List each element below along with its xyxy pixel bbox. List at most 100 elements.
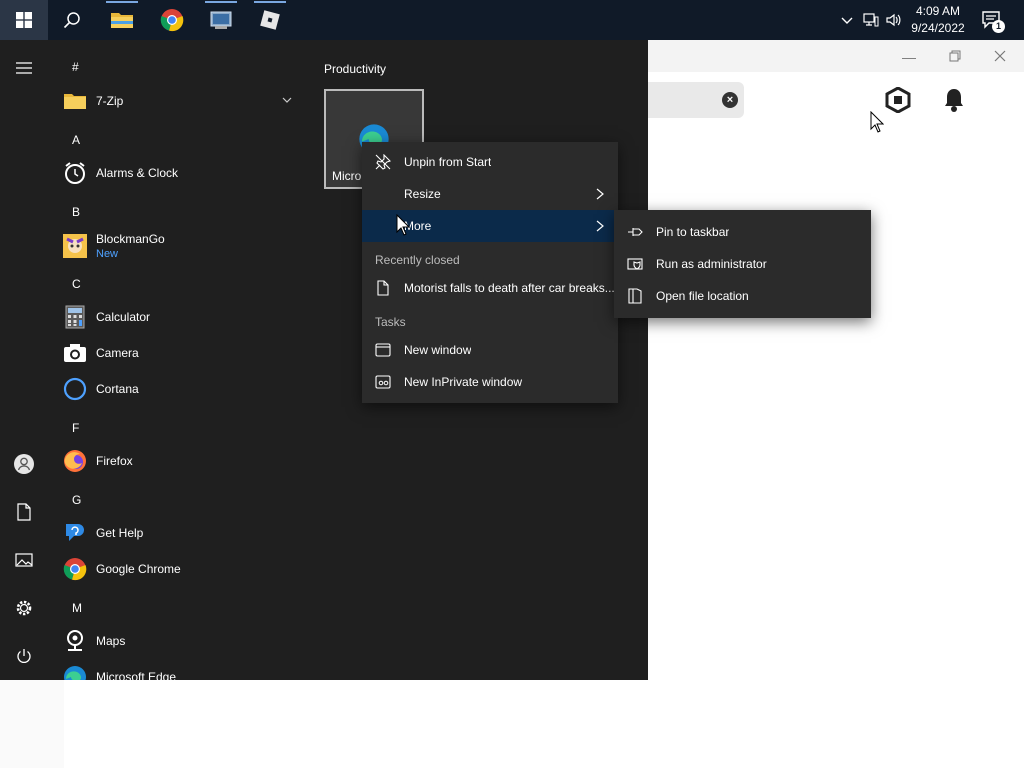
app-item-camera[interactable]: Camera — [62, 335, 306, 371]
network-icon[interactable] — [862, 11, 880, 29]
chevron-right-icon — [596, 188, 604, 200]
app-name: Maps — [96, 633, 126, 648]
section-letter[interactable]: M — [72, 601, 82, 615]
app-item-maps[interactable]: Maps — [62, 623, 306, 659]
tile-label: Micro — [332, 169, 362, 183]
app-item-blockmango[interactable]: BlockmanGo New — [62, 227, 306, 265]
section-letter[interactable]: F — [72, 421, 79, 435]
section-letter[interactable]: C — [72, 277, 81, 291]
blockmango-icon — [62, 233, 88, 259]
app-name: Calculator — [96, 309, 151, 324]
menu-item-run-admin[interactable]: Run as administrator — [614, 248, 871, 280]
chrome-icon[interactable] — [148, 0, 196, 40]
close-icon[interactable] — [989, 46, 1011, 68]
background-left-strip — [0, 680, 64, 768]
chevron-down-icon[interactable] — [282, 95, 292, 105]
app-item-cortana[interactable]: Cortana — [62, 371, 306, 407]
mouse-cursor-icon — [870, 111, 884, 133]
active-indicator — [254, 1, 286, 3]
app-name: Camera — [96, 345, 139, 360]
folder-location-icon — [627, 288, 643, 304]
file-explorer-icon[interactable] — [98, 0, 146, 40]
clock-date: 9/24/2022 — [911, 21, 965, 35]
menu-item-open-location[interactable]: Open file location — [614, 280, 871, 312]
documents-icon[interactable] — [12, 500, 36, 524]
menu-item-label: Open file location — [656, 289, 749, 303]
app-item-microsoft-edge[interactable]: Microsoft Edge — [62, 659, 306, 680]
active-indicator — [205, 1, 237, 3]
section-letter[interactable]: A — [72, 133, 80, 147]
blank-icon — [375, 218, 391, 234]
page-icon — [375, 280, 391, 296]
settings-gear-icon[interactable] — [12, 596, 36, 620]
section-letter[interactable]: G — [72, 493, 81, 507]
restore-icon[interactable] — [944, 46, 966, 68]
window-icon — [375, 342, 391, 358]
app-item-google-chrome[interactable]: Google Chrome — [62, 551, 306, 587]
hamburger-menu-icon[interactable] — [12, 56, 36, 80]
menu-item-label: New InPrivate window — [404, 375, 523, 389]
minimize-icon[interactable]: — — [898, 46, 920, 68]
start-button[interactable] — [0, 0, 48, 40]
firefox-icon — [62, 448, 88, 474]
clock-time: 4:09 AM — [915, 4, 961, 18]
app-name: Alarms & Clock — [96, 165, 179, 180]
menu-item-unpin[interactable]: Unpin from Start — [362, 146, 618, 178]
mouse-cursor-icon — [396, 214, 410, 236]
alarm-clock-icon — [62, 160, 88, 186]
edge-icon — [62, 664, 88, 680]
menu-item-label: Resize — [404, 187, 441, 201]
tile-context-menu: Unpin from Start Resize More Recently cl… — [362, 142, 618, 403]
shield-icon — [627, 256, 643, 272]
clock[interactable]: 4:09 AM 9/24/2022 — [906, 3, 970, 37]
section-letter[interactable]: B — [72, 205, 80, 219]
menu-item-pin-taskbar[interactable]: Pin to taskbar — [614, 216, 871, 248]
menu-item-recent-page[interactable]: Motorist falls to death after car breaks… — [362, 272, 618, 304]
tasks-header: Tasks — [375, 315, 406, 329]
camera-icon — [62, 340, 88, 366]
blank-icon — [375, 186, 391, 202]
app-name: Microsoft Edge — [96, 669, 177, 681]
bell-icon[interactable] — [942, 87, 966, 113]
app-list: # 7-Zip A Alarms & Clock B BlockmanGo Ne… — [48, 40, 312, 680]
menu-item-label: Run as administrator — [656, 257, 767, 271]
chevron-up-icon[interactable] — [838, 11, 856, 29]
app-name: BlockmanGo — [96, 231, 165, 246]
menu-item-new-window[interactable]: New window — [362, 334, 618, 366]
user-account-icon[interactable] — [12, 452, 36, 476]
notification-count-badge: 1 — [992, 20, 1005, 33]
more-submenu: Pin to taskbar Run as administrator Open… — [614, 210, 871, 318]
app-item-get-help[interactable]: Get Help — [62, 515, 306, 551]
app-item-7zip[interactable]: 7-Zip — [62, 83, 306, 119]
taskbar: 4:09 AM 9/24/2022 1 — [0, 0, 1024, 40]
app-item-alarms-clock[interactable]: Alarms & Clock — [62, 155, 306, 191]
chrome-icon — [62, 556, 88, 582]
unpin-icon — [375, 154, 391, 170]
menu-item-label: New window — [404, 343, 472, 357]
chevron-right-icon — [596, 220, 604, 232]
control-panel-icon[interactable] — [197, 0, 245, 40]
tile-group-title[interactable]: Productivity — [324, 62, 386, 76]
menu-item-label: Unpin from Start — [404, 155, 492, 169]
app-item-firefox[interactable]: Firefox — [62, 443, 306, 479]
roblox-icon[interactable] — [246, 0, 294, 40]
start-rail — [0, 40, 48, 680]
power-icon[interactable] — [12, 644, 36, 668]
app-item-calculator[interactable]: Calculator — [62, 299, 306, 335]
pictures-icon[interactable] — [12, 548, 36, 572]
active-indicator — [106, 1, 138, 3]
robux-icon[interactable] — [885, 87, 911, 113]
menu-item-new-inprivate[interactable]: New InPrivate window — [362, 366, 618, 398]
volume-icon[interactable] — [885, 11, 903, 29]
app-name: Cortana — [96, 381, 139, 396]
app-name: 7-Zip — [96, 93, 124, 108]
section-letter[interactable]: # — [72, 60, 79, 74]
inprivate-window-icon — [375, 374, 391, 390]
search-icon[interactable] — [48, 0, 96, 40]
background-titlebar: — — [648, 40, 1024, 72]
folder-icon — [62, 88, 88, 114]
clear-search-icon[interactable]: × — [722, 92, 738, 108]
recently-closed-header: Recently closed — [375, 253, 460, 267]
action-center-button[interactable]: 1 — [980, 8, 1005, 33]
menu-item-resize[interactable]: Resize — [362, 178, 618, 210]
